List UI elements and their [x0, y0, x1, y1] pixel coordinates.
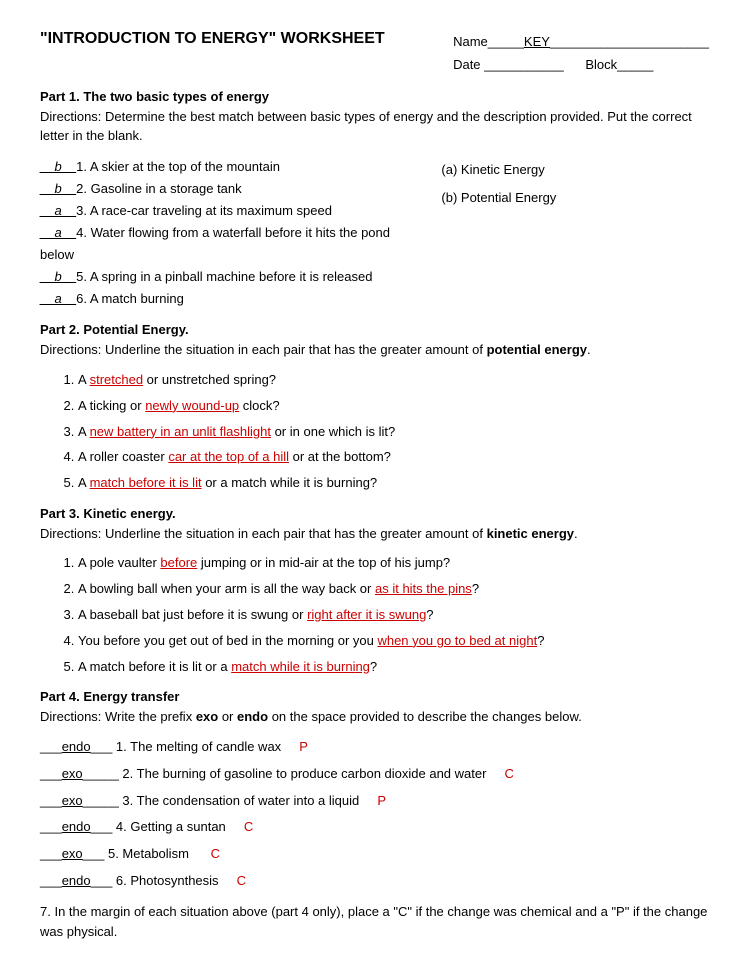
part2-item-2: A ticking or newly wound-up clock? — [78, 396, 709, 417]
part3-item-2: A bowling ball when your arm is all the … — [78, 579, 709, 600]
part4-item-3: ___exo_____ 3. The condensation of water… — [40, 791, 709, 812]
part4-item-4: ___endo___ 4. Getting a suntan C — [40, 817, 709, 838]
part3-item-1: A pole vaulter before jumping or in mid-… — [78, 553, 709, 574]
part3-heading: Part 3. Kinetic energy. — [40, 506, 709, 521]
part3-section: Part 3. Kinetic energy. Directions: Unde… — [40, 506, 709, 677]
part2-item-1: A stretched or unstretched spring? — [78, 370, 709, 391]
part4-item-1: ___endo___ 1. The melting of candle wax … — [40, 737, 709, 758]
part2-list: A stretched or unstretched spring? A tic… — [60, 370, 709, 494]
key-a: (a) Kinetic Energy — [441, 156, 709, 185]
name-line: Name_____KEY______________________ — [453, 30, 709, 53]
part4-section: Part 4. Energy transfer Directions: Writ… — [40, 689, 709, 943]
match-item-6: __a__6. A match burning — [40, 288, 408, 310]
page-header: "INTRODUCTION TO ENERGY" WORKSHEET Name_… — [40, 30, 709, 77]
match-item-1: __b__1. A skier at the top of the mounta… — [40, 156, 408, 178]
key-b: (b) Potential Energy — [441, 184, 709, 213]
part3-item-5: A match before it is lit or a match whil… — [78, 657, 709, 678]
part4-item-5: ___exo___ 5. Metabolism C — [40, 844, 709, 865]
part4-directions: Directions: Write the prefix exo or endo… — [40, 707, 709, 727]
match-right-column: (a) Kinetic Energy (b) Potential Energy — [441, 156, 709, 311]
part2-item-4: A roller coaster car at the top of a hil… — [78, 447, 709, 468]
date-block-line: Date ___________ Block_____ — [453, 53, 709, 76]
part4-item-2: ___exo_____ 2. The burning of gasoline t… — [40, 764, 709, 785]
part2-section: Part 2. Potential Energy. Directions: Un… — [40, 322, 709, 493]
match-item-4: __a__4. Water flowing from a waterfall b… — [40, 222, 408, 266]
part2-heading: Part 2. Potential Energy. — [40, 322, 709, 337]
matching-area: __b__1. A skier at the top of the mounta… — [40, 156, 709, 311]
part3-list: A pole vaulter before jumping or in mid-… — [60, 553, 709, 677]
part4-heading: Part 4. Energy transfer — [40, 689, 709, 704]
part3-directions: Directions: Underline the situation in e… — [40, 524, 709, 544]
part2-item-5: A match before it is lit or a match whil… — [78, 473, 709, 494]
part3-item-4: You before you get out of bed in the mor… — [78, 631, 709, 652]
part1-section: Part 1. The two basic types of energy Di… — [40, 89, 709, 311]
part3-item-3: A baseball bat just before it is swung o… — [78, 605, 709, 626]
part1-directions: Directions: Determine the best match bet… — [40, 107, 709, 146]
match-left-column: __b__1. A skier at the top of the mounta… — [40, 156, 408, 311]
name-date-block: Name_____KEY______________________ Date … — [453, 30, 709, 77]
page-title: "INTRODUCTION TO ENERGY" WORKSHEET — [40, 30, 385, 48]
match-item-2: __b__2. Gasoline in a storage tank — [40, 178, 408, 200]
match-item-3: __a__3. A race-car traveling at its maxi… — [40, 200, 408, 222]
part4-item-6: ___endo___ 6. Photosynthesis C — [40, 871, 709, 892]
part1-heading: Part 1. The two basic types of energy — [40, 89, 709, 104]
part2-item-3: A new battery in an unlit flashlight or … — [78, 422, 709, 443]
part2-directions: Directions: Underline the situation in e… — [40, 340, 709, 360]
match-item-5: __b__5. A spring in a pinball machine be… — [40, 266, 408, 288]
note-7: 7. In the margin of each situation above… — [40, 902, 709, 944]
